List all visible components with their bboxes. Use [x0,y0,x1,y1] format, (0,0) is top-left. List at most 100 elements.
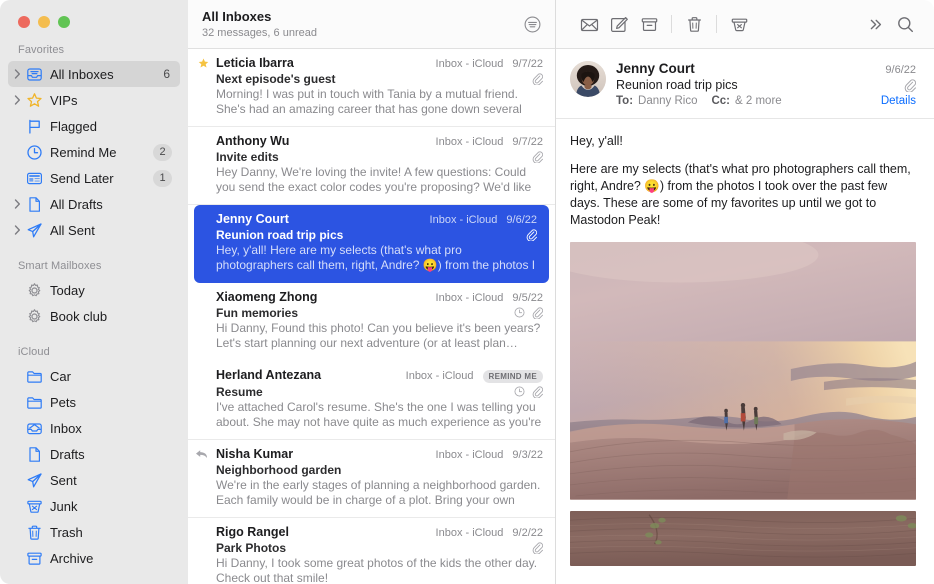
message-subject: Neighborhood garden [216,462,342,477]
reading-pane: Jenny Court 9/6/22 Reunion road trip pic… [556,0,934,584]
clock-icon [24,144,44,161]
sidebar-item-junk[interactable]: Junk [8,493,180,519]
table-row[interactable]: Jenny Court Inbox - iCloud 9/6/22 Reunion r… [194,205,549,283]
message-preview: Hey Danny, We're loving the invite! A fe… [216,165,532,194]
attachment-photo-1[interactable] [556,242,934,500]
paperclip-icon [532,541,543,554]
clock-icon [514,307,525,318]
table-row[interactable]: Rigo Rangel Inbox - iCloud 9/2/22 Park Phot… [188,518,555,584]
mailbox-label: Inbox - iCloud [435,527,504,539]
sidebar-item-today[interactable]: Today [8,277,180,303]
photo-sunset-hikers[interactable] [570,242,916,500]
zoom-button[interactable] [58,16,70,28]
sidebar-item-label: Sent [50,472,77,488]
table-row[interactable]: Leticia Ibarra Inbox - iCloud 9/7/22 Next e… [188,49,555,127]
chevron-right-icon[interactable] [10,95,24,105]
sidebar-item-drafts[interactable]: Drafts [8,441,180,467]
sidebar-item-book-club[interactable]: Book club [8,303,180,329]
toolbar-divider [671,15,672,33]
chevron-right-icon[interactable] [10,199,24,209]
close-button[interactable] [18,16,30,28]
sort-filter-icon[interactable] [521,13,543,35]
table-row[interactable]: Xiaomeng Zhong Inbox - iCloud 9/5/22 Fun me… [188,283,555,361]
sidebar-item-car[interactable]: Car [8,363,180,389]
paperclip-icon [532,72,543,85]
sender-name: Jenny Court [616,61,695,76]
reply-arrow-icon [195,449,208,460]
sidebar-item-pets[interactable]: Pets [8,389,180,415]
message-preview: Hi Danny, I took some great photos of th… [216,556,538,584]
message-date: 9/7/22 [512,58,543,70]
chevron-right-icon[interactable] [10,69,24,79]
sidebar-item-all-sent[interactable]: All Sent [8,217,180,243]
unread-count: 6 [163,67,170,81]
message-preview: Hey, y'all! Here are my selects (that's … [216,243,536,272]
to-value[interactable]: Danny Rico [638,95,697,107]
message-date: 9/5/22 [512,292,543,304]
sender-name: Leticia Ibarra [216,56,294,70]
flag-icon [24,118,44,135]
message-date: 9/7/22 [512,136,543,148]
chevron-right-icon[interactable] [10,225,24,235]
message-subject: Fun memories [216,305,299,320]
message-count: 32 messages, 6 unread [202,26,317,39]
sender-name: Xiaomeng Zhong [216,290,318,304]
sidebar-item-vips[interactable]: VIPs [8,87,180,113]
message-subject: Reunion road trip pics [216,227,344,242]
overflow-icon[interactable] [860,11,890,37]
mark-unread-icon[interactable] [574,11,604,37]
minimize-button[interactable] [38,16,50,28]
junk-icon[interactable] [724,11,754,37]
message-body: Hey, y'all! Here are my selects (that's w… [556,119,934,242]
send-later-icon [24,170,44,187]
table-row[interactable]: Herland Antezana Inbox - iCloud REMIND ME R… [188,361,555,440]
archive-icon[interactable] [634,11,664,37]
cc-label: Cc: [711,95,731,107]
sidebar-section-favorites: Favorites [18,44,65,56]
sidebar-item-send-later[interactable]: Send Later 1 [8,165,180,191]
details-link[interactable]: Details [881,95,916,107]
sidebar-item-sent[interactable]: Sent [8,467,180,493]
search-icon[interactable] [890,11,920,37]
cc-value[interactable]: & 2 more [735,95,782,107]
message-preview: We're in the early stages of planning a … [216,478,541,507]
sidebar-item-remind-me[interactable]: Remind Me 2 [8,139,180,165]
paperclip-icon [532,385,543,398]
sidebar-item-flagged[interactable]: Flagged [8,113,180,139]
message-list-pane: All Inboxes 32 messages, 6 unread Letici… [188,0,556,584]
sender-name: Nisha Kumar [216,447,294,461]
message-list[interactable]: Leticia Ibarra Inbox - iCloud 9/7/22 Next e… [188,49,555,584]
sidebar-item-label: Trash [50,524,83,540]
trash-icon[interactable] [679,11,709,37]
sidebar-item-inbox[interactable]: Inbox [8,415,180,441]
sidebar-item-archive[interactable]: Archive [8,545,180,571]
table-row[interactable]: Nisha Kumar Inbox - iCloud 9/3/22 Neighborh… [188,440,555,518]
sidebar-item-label: Send Later [50,170,114,186]
message-header: Jenny Court 9/6/22 Reunion road trip pic… [556,49,934,119]
avatar[interactable] [570,61,606,97]
compose-icon[interactable] [604,11,634,37]
sidebar-item-label: Archive [50,550,94,566]
table-row[interactable]: Anthony Wu Inbox - iCloud 9/7/22 Invite edi… [188,127,555,205]
junk-icon [24,498,44,515]
body-paragraph: Here are my selects (that's what pro pho… [570,162,911,227]
sidebar-section-icloud: iCloud [18,346,50,358]
paperclip-icon[interactable] [904,78,916,92]
sidebar-item-all-drafts[interactable]: All Drafts [8,191,180,217]
document-icon [24,196,44,213]
attachment-photo-2[interactable] [556,510,934,566]
sender-name: Rigo Rangel [216,525,289,539]
paperclip-icon [526,228,537,241]
mailbox-label: Inbox - iCloud [435,58,504,70]
sidebar-item-all-inboxes[interactable]: All Inboxes 6 [8,61,180,87]
window-controls [0,0,188,38]
sidebar-item-label: VIPs [50,92,78,108]
paper-plane-icon [24,472,44,489]
sidebar-item-label: Remind Me [50,144,117,160]
message-subject: Resume [216,384,263,399]
sidebar-item-trash[interactable]: Trash [8,519,180,545]
sidebar-item-label: All Inboxes [50,66,114,82]
paperclip-icon [532,306,543,319]
photo-red-rock[interactable] [570,510,916,566]
star-icon [198,58,209,69]
